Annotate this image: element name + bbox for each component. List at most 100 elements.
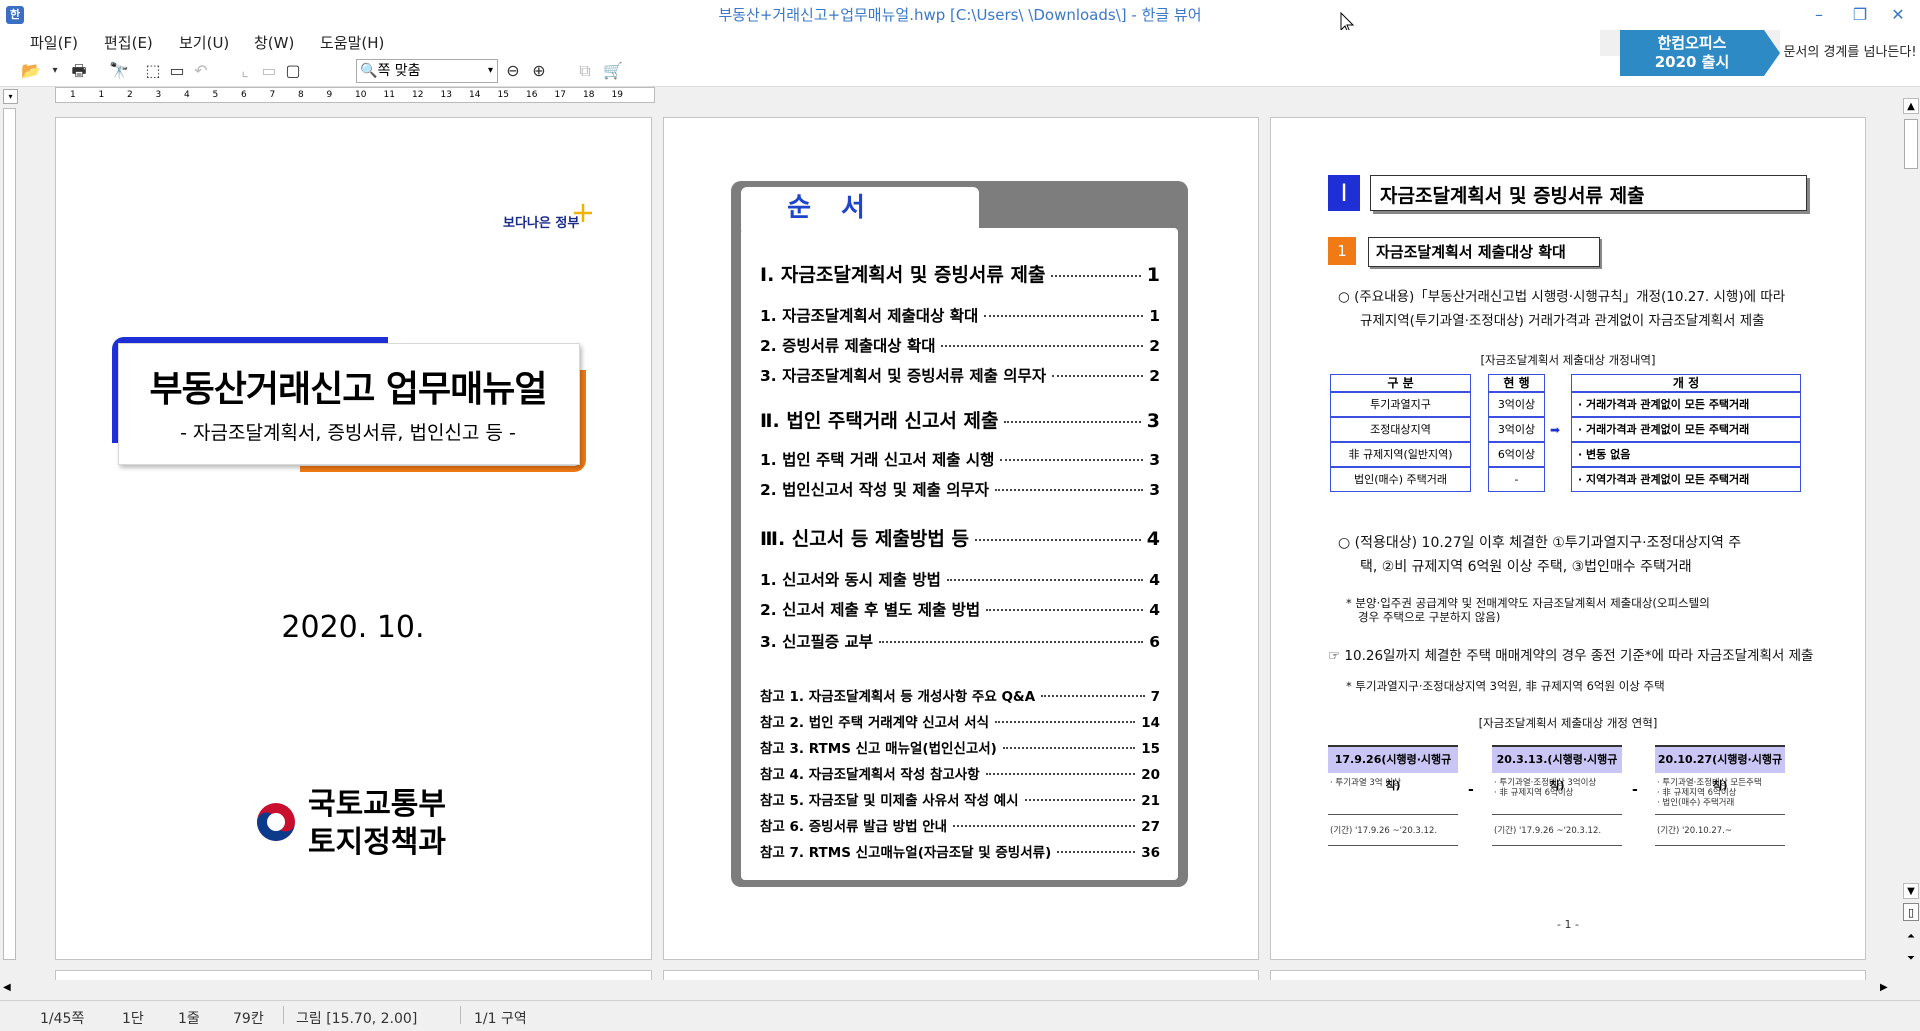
page-next-3	[1270, 970, 1866, 980]
ruler-tick-label: 13	[440, 90, 452, 100]
shape-icon-1[interactable]: ⌞	[234, 60, 256, 82]
toc-entry-label: 참고 7. RTMS 신고매뉴얼(자금조달 및 증빙서류)	[760, 845, 1052, 861]
table-cell: 법인(매수) 주택거래	[1330, 467, 1471, 492]
toc-entry[interactable]: 참고 6. 증빙서류 발급 방법 안내 27	[760, 815, 1160, 835]
toc-entry[interactable]: 2. 신고서 제출 후 별도 제출 방법 4	[760, 598, 1160, 620]
toc-entry[interactable]: 참고 1. 자금조달계획서 등 개성사항 주요 Q&A 7	[760, 685, 1160, 705]
menu-file[interactable]: 파일(F)	[30, 32, 78, 54]
zoom-out-icon[interactable]: ⊖	[502, 60, 524, 82]
scroll-left-button[interactable]: ◀	[3, 982, 11, 993]
menu-bar	[0, 30, 1600, 56]
toc-entry[interactable]: 1. 법인 주택 거래 신고서 제출 시행 3	[760, 448, 1160, 470]
zoom-select[interactable]: 🔍쪽 맞춤 ▾	[356, 59, 498, 83]
promo-badge-line1: 한컴오피스	[1657, 34, 1727, 52]
zoom-in-icon[interactable]: ⊕	[528, 60, 550, 82]
vertical-scrollbar[interactable]: ▲ ▼ ▯ ⏶ ⏷	[1902, 95, 1920, 975]
cart-icon[interactable]: 🛒	[602, 60, 624, 82]
toc-entry[interactable]: 1. 자금조달계획서 제출대상 확대 1	[760, 304, 1160, 326]
page-next-2	[663, 970, 1259, 980]
ruler-tick-label: 12	[412, 90, 424, 100]
subsection-number: 1	[1328, 237, 1356, 265]
toc-entry[interactable]: 참고 2. 법인 주택 거래계약 신고서 서식 14	[760, 711, 1160, 731]
menu-help[interactable]: 도움말(H)	[320, 32, 384, 54]
toc-entry-label: 참고 4. 자금조달계획서 작성 참고사항	[760, 767, 980, 783]
shape-icon-3[interactable]: ▢	[282, 60, 304, 82]
ruler-tick-label: 7	[269, 90, 276, 100]
toc-entry[interactable]: 참고 3. RTMS 신고 매뉴얼(법인신고서) 15	[760, 737, 1160, 757]
ruler-tick-label: 11	[383, 90, 395, 100]
toc-entry-page: 6	[1149, 633, 1160, 651]
toc-entry[interactable]: 2. 증빙서류 제출대상 확대 2	[760, 334, 1160, 356]
page-icon[interactable]: ▭	[166, 60, 188, 82]
toc-entry-page: 1	[1146, 264, 1160, 286]
toc-entry[interactable]: Ⅲ. 신고서 등 제출방법 등 4	[760, 524, 1160, 551]
dropdown-arrow-icon[interactable]: ▾	[44, 60, 66, 82]
table-cell: · 거래가격과 관계없이 모든 주택거래	[1571, 392, 1801, 417]
menu-edit[interactable]: 편집(E)	[104, 32, 153, 54]
next-page-icon[interactable]: ⏷	[1903, 951, 1919, 967]
toc-entry[interactable]: 3. 신고필증 교부 6	[760, 630, 1160, 652]
toc-entry[interactable]: 참고 5. 자금조달 및 미제출 사유서 작성 예시 21	[760, 789, 1160, 809]
toc-entry[interactable]: Ⅰ. 자금조달계획서 및 증빙서류 제출 1	[760, 260, 1160, 287]
toc-leader-dots	[1051, 275, 1141, 277]
ruler-toggle-button[interactable]: ▾	[3, 89, 18, 104]
toc-entry-page: 3	[1146, 410, 1160, 432]
toc-entry[interactable]: 참고 4. 자금조달계획서 작성 참고사항 20	[760, 763, 1160, 783]
toc-entry[interactable]: 2. 법인신고서 작성 및 제출 의무자 3	[760, 478, 1160, 500]
undo-icon[interactable]: ↶	[190, 60, 212, 82]
history-header: 17.9.26(시행령·시행규칙)	[1328, 745, 1458, 792]
scroll-up-button[interactable]: ▲	[1903, 98, 1919, 114]
menu-window[interactable]: 창(W)	[254, 32, 294, 54]
cover-date: 2020. 10.	[281, 610, 425, 645]
toc-entry-label: 1. 신고서와 동시 제출 방법	[760, 571, 941, 589]
history-divider	[1492, 814, 1622, 815]
promo-text[interactable]: 문서의 경계를 넘나든다!	[1780, 30, 1920, 76]
print-icon[interactable]: 🖶	[68, 60, 90, 82]
toc-entry[interactable]: 참고 7. RTMS 신고매뉴얼(자금조달 및 증빙서류) 36	[760, 841, 1160, 861]
toc-entry-label: 참고 2. 법인 주택 거래계약 신고서 서식	[760, 715, 990, 731]
toc-entry-page: 2	[1149, 337, 1160, 355]
table-head-revised: 개 정	[1571, 374, 1801, 392]
toc-entry-page: 4	[1149, 601, 1160, 619]
horizontal-scrollbar[interactable]: ◀ ▶	[0, 980, 1902, 998]
toc-entry-page: 21	[1141, 793, 1160, 809]
status-page: 1/45쪽	[40, 1011, 85, 1027]
cover-subtitle: - 자금조달계획서, 증빙서류, 법인신고 등 -	[180, 422, 516, 444]
menu-view[interactable]: 보기(U)	[179, 32, 229, 54]
shape-icon-2[interactable]: ▭	[258, 60, 280, 82]
main-content-line1: ○ (주요내용)「부동산거래신고법 시행령·시행규칙」개정(10.27. 시행)…	[1338, 289, 1786, 305]
table-cell: 3억이상	[1488, 417, 1545, 442]
scroll-thumb[interactable]	[1904, 119, 1918, 169]
toc-entry-page: 7	[1150, 689, 1160, 705]
ruler-tick-label: 10	[355, 90, 367, 100]
toc-leader-dots	[879, 641, 1144, 643]
toc-entry[interactable]: 3. 자금조달계획서 및 증빙서류 제출 의무자 2	[760, 364, 1160, 386]
close-button[interactable]: ✕	[1876, 0, 1920, 30]
find-icon[interactable]: 🔭	[108, 60, 130, 82]
promo-badge-line2: 2020 출시	[1654, 53, 1730, 71]
page-view-icon[interactable]: ▯	[1903, 903, 1919, 921]
copy-icon[interactable]: ⧉	[574, 60, 596, 82]
toc-leader-dots	[995, 489, 1144, 491]
toc-entry[interactable]: Ⅱ. 법인 주택거래 신고서 제출 3	[760, 406, 1160, 433]
select-icon[interactable]: ⬚	[142, 60, 164, 82]
history-divider	[1492, 845, 1622, 846]
ruler-tick-label: 4	[184, 90, 190, 100]
toc-entry[interactable]: 1. 신고서와 동시 제출 방법 4	[760, 568, 1160, 590]
status-separator	[460, 1006, 461, 1024]
toc-leader-dots	[1052, 375, 1144, 377]
ruler-tick-label: 19	[611, 90, 623, 100]
status-section: 1/1 구역	[474, 1011, 527, 1027]
open-folder-icon[interactable]: 📂	[20, 60, 42, 82]
note2: * 투기과열지구·조정대상지역 3억원, 非 규제지역 6억원 이상 주택	[1346, 679, 1665, 693]
toc-heading: 순서	[787, 193, 895, 223]
scroll-down-button[interactable]: ▼	[1903, 883, 1919, 899]
promo-badge[interactable]: 한컴오피스 2020 출시	[1620, 30, 1764, 76]
toc-entry-label: Ⅱ. 법인 주택거래 신고서 제출	[760, 410, 999, 432]
scroll-right-button[interactable]: ▶	[1880, 982, 1888, 993]
magnifier-icon: 🔍	[360, 63, 378, 79]
minimize-button[interactable]: –	[1797, 0, 1841, 30]
toc-entry-label: 참고 6. 증빙서류 발급 방법 안내	[760, 819, 948, 835]
status-separator	[283, 1006, 284, 1024]
prev-page-icon[interactable]: ⏶	[1903, 929, 1919, 945]
